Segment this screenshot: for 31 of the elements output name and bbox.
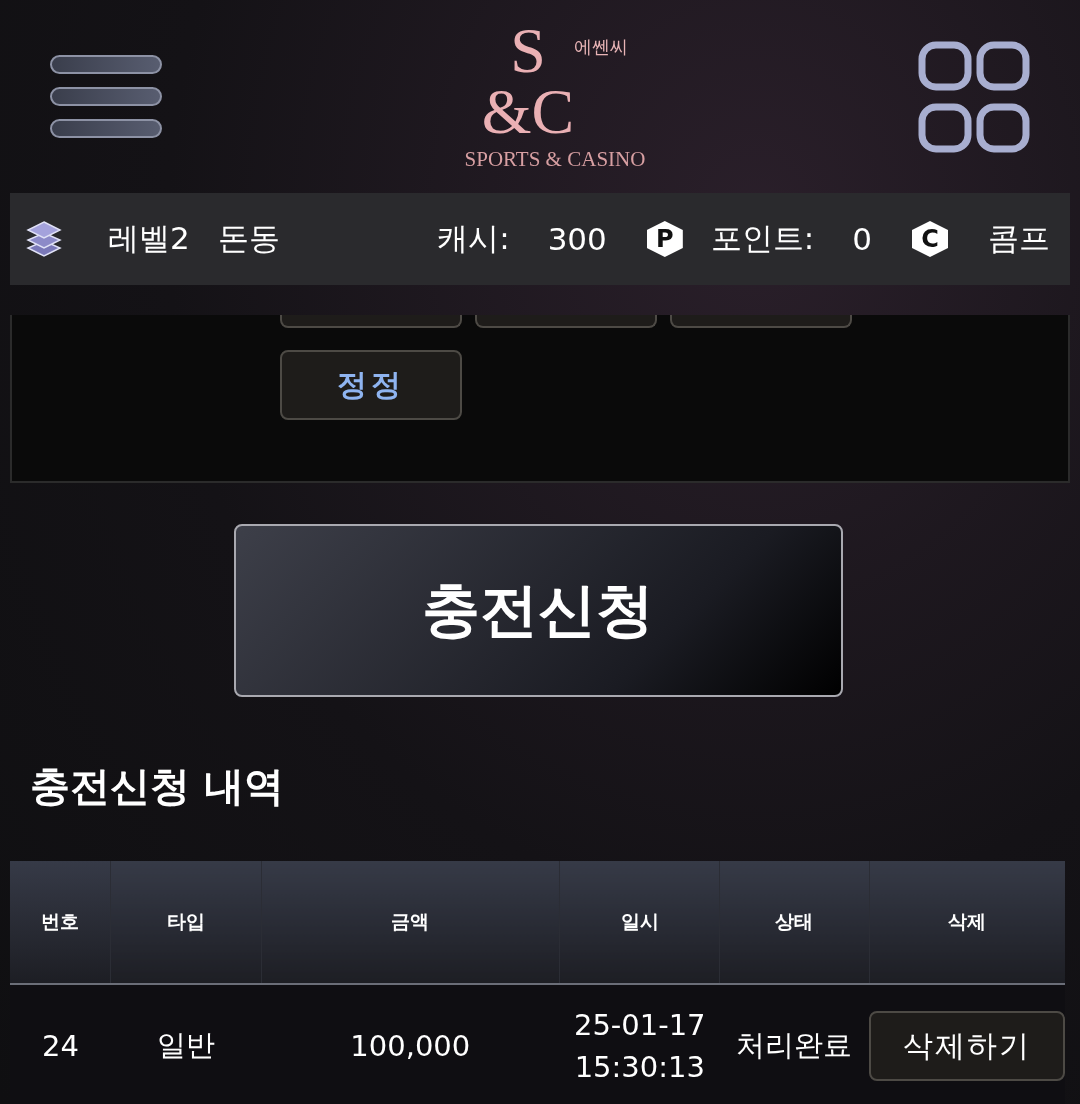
amount-button[interactable] <box>280 315 462 328</box>
delete-button[interactable]: 삭제하기 <box>869 1011 1065 1081</box>
submit-button[interactable]: 충전신청 <box>233 524 843 697</box>
column-header: 삭제 <box>869 861 1065 984</box>
cash-label: 캐시: <box>437 219 510 258</box>
amount-button[interactable] <box>475 315 657 328</box>
username: 돈동 <box>217 219 280 258</box>
cash-value: 300 <box>547 221 607 257</box>
menu-icon[interactable] <box>50 55 162 138</box>
table-cell: 25-01-17 15:30:13 <box>559 984 720 1104</box>
correct-button[interactable]: 정정 <box>280 350 462 420</box>
logo-korean-text: 에쎈씨 <box>574 35 629 60</box>
grid-menu-icon[interactable] <box>918 40 1030 153</box>
history-title: 충전신청 내역 <box>30 762 285 811</box>
table-cell: 100,000 <box>261 984 560 1104</box>
table-cell: 처리완료 <box>719 984 869 1104</box>
column-header: 번호 <box>10 861 111 984</box>
logo-tagline: SPORTS & CASINO <box>464 146 646 172</box>
column-header: 타입 <box>110 861 261 984</box>
logo-monogram: S &C <box>481 21 575 143</box>
points-value: 0 <box>852 221 872 257</box>
amount-button[interactable] <box>670 315 852 328</box>
column-header: 금액 <box>261 861 560 984</box>
layers-icon <box>26 219 62 259</box>
points-label: 포인트: <box>710 219 815 258</box>
point-badge: P <box>646 221 683 257</box>
comp-badge: C <box>912 221 948 257</box>
column-header: 상태 <box>719 861 869 984</box>
column-header: 일시 <box>559 861 720 984</box>
level-text: 레벨2 <box>108 219 190 258</box>
comp-link[interactable]: 콤프 <box>988 218 1050 260</box>
